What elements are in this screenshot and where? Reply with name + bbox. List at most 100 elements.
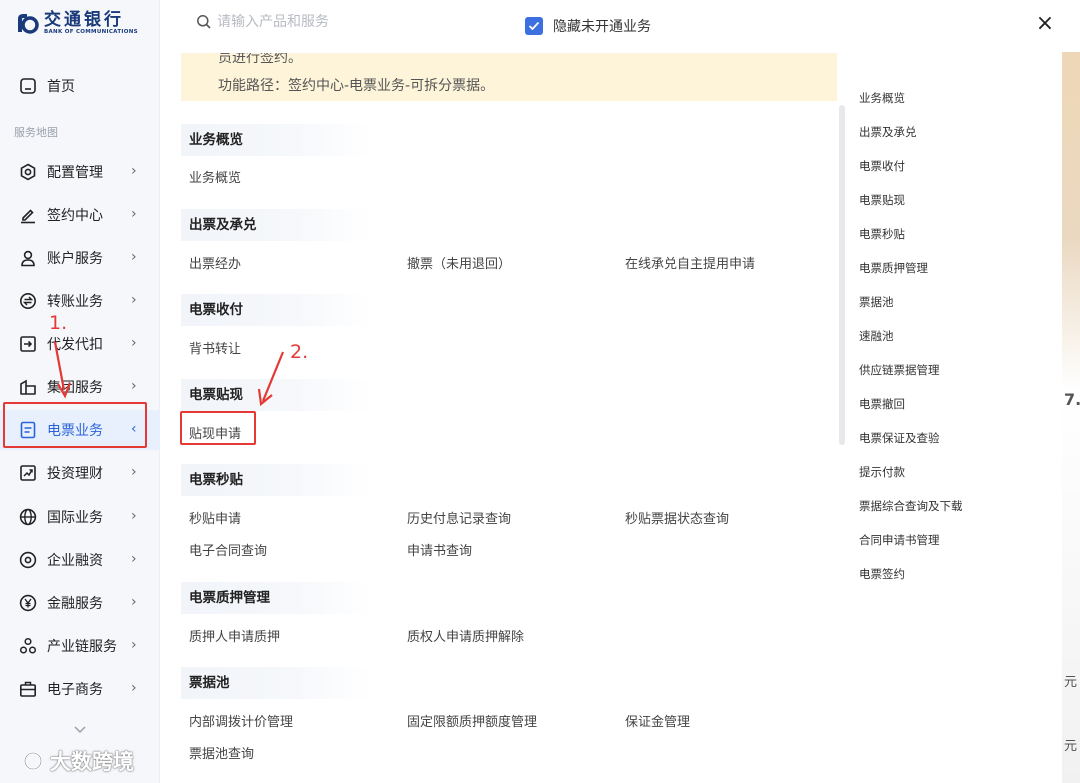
sidebar-item-label: 转账业务 xyxy=(47,294,103,310)
search-box[interactable] xyxy=(196,14,497,30)
annotation-step-1: 1. xyxy=(49,312,68,334)
index-item[interactable]: 电票质押管理 xyxy=(859,260,928,276)
nodes-icon xyxy=(18,636,38,656)
pen-icon xyxy=(18,205,38,225)
index-item[interactable]: 电票秒贴 xyxy=(859,226,905,242)
service-link[interactable]: 内部调拨计价管理 xyxy=(189,711,293,730)
service-link[interactable]: 背书转让 xyxy=(189,338,241,357)
service-link[interactable]: 秒贴申请 xyxy=(189,508,241,527)
sidebar-item-investment[interactable]: 投资理财 › xyxy=(0,453,160,493)
chart-up-icon xyxy=(18,463,38,483)
index-item[interactable]: 业务概览 xyxy=(859,90,905,106)
watermark-text: 大数跨境 xyxy=(50,750,134,774)
chevron-right-icon: › xyxy=(131,594,137,610)
sidebar-item-label: 企业融资 xyxy=(47,553,103,569)
sidebar-item-label: 投资理财 xyxy=(47,466,103,482)
notice-line: 功能路径：签约中心-电票业务-可拆分票据。 xyxy=(218,78,495,94)
annotation-box-ebill xyxy=(3,402,147,448)
section-header: 出票及承兑 xyxy=(181,209,371,241)
chevron-right-icon: › xyxy=(131,464,137,480)
sidebar-item-signing[interactable]: 签约中心 › xyxy=(0,195,160,235)
service-link[interactable]: 历史付息记录查询 xyxy=(407,508,511,527)
chevron-right-icon: › xyxy=(131,249,137,265)
annotation-box-discount xyxy=(180,411,256,445)
watermark: 大数跨境 xyxy=(22,746,134,776)
service-link[interactable]: 出票经办 xyxy=(189,253,241,272)
chevron-right-icon: › xyxy=(131,335,137,351)
close-icon[interactable]: × xyxy=(1034,13,1056,36)
service-link[interactable]: 撤票（未用退回） xyxy=(407,253,511,272)
sidebar-item-financing[interactable]: 企业融资 › xyxy=(0,540,160,580)
sidebar-item-group[interactable]: 集团服务 › xyxy=(0,367,160,407)
edge-text: 元 xyxy=(1064,675,1078,690)
checkbox-checked-icon[interactable] xyxy=(525,17,543,35)
edge-text: 元 xyxy=(1064,739,1078,754)
service-link[interactable]: 票据池查询 xyxy=(189,743,254,762)
index-item[interactable]: 票据综合查询及下载 xyxy=(859,498,963,514)
sidebar-item-label: 国际业务 xyxy=(47,510,103,526)
section-label: 服务地图 xyxy=(14,126,58,139)
service-link[interactable]: 固定限额质押额度管理 xyxy=(407,711,537,730)
index-item[interactable]: 提示付款 xyxy=(859,464,905,480)
briefcase-icon xyxy=(18,679,38,699)
section-header: 电票质押管理 xyxy=(181,582,371,614)
index-item[interactable]: 出票及承兑 xyxy=(859,124,917,140)
edge-text: 7. xyxy=(1064,390,1080,409)
chevron-right-icon: › xyxy=(131,637,137,653)
sidebar-item-supply-chain[interactable]: 产业链服务 › xyxy=(0,626,160,666)
sidebar-item-label: 首页 xyxy=(47,79,75,95)
service-link[interactable]: 申请书查询 xyxy=(407,540,472,559)
sidebar-item-payroll[interactable]: 代发代扣 › xyxy=(0,324,160,364)
index-item[interactable]: 电票收付 xyxy=(859,158,905,174)
service-link[interactable]: 在线承兑自主提用申请 xyxy=(625,253,755,272)
sidebar-item-label: 配置管理 xyxy=(47,165,103,181)
search-input[interactable] xyxy=(217,14,497,30)
sidebar-item-international[interactable]: 国际业务 › xyxy=(0,497,160,537)
sidebar-item-finance-service[interactable]: 金融服务 › xyxy=(0,583,160,623)
annotation-step-2: 2. xyxy=(290,341,309,363)
sidebar-item-config[interactable]: 配置管理 › xyxy=(0,152,160,192)
chevron-right-icon: › xyxy=(131,206,137,222)
service-link[interactable]: 业务概览 xyxy=(189,167,241,186)
service-link[interactable]: 质押人申请质押 xyxy=(189,626,280,645)
notice-banner: 员进行签约。 功能路径：签约中心-电票业务-可拆分票据。 xyxy=(181,53,837,101)
sidebar-item-ecommerce[interactable]: 电子商务 › xyxy=(0,669,160,709)
target-icon xyxy=(18,550,38,570)
building-icon xyxy=(18,377,38,397)
sidebar-item-label: 电子商务 xyxy=(47,682,103,698)
yen-icon xyxy=(18,593,38,613)
sidebar-item-account[interactable]: 账户服务 › xyxy=(0,238,160,278)
scrollbar[interactable] xyxy=(839,105,845,445)
service-link[interactable]: 质权人申请质押解除 xyxy=(407,626,524,645)
section-header: 业务概览 xyxy=(181,124,371,156)
service-link[interactable]: 保证金管理 xyxy=(625,711,690,730)
index-item[interactable]: 票据池 xyxy=(859,294,894,310)
hide-unopened-toggle[interactable]: 隐藏未开通业务 xyxy=(525,16,651,36)
export-icon xyxy=(18,334,38,354)
index-item[interactable]: 合同申请书管理 xyxy=(859,532,940,548)
index-item[interactable]: 供应链票据管理 xyxy=(859,362,940,378)
bank-name-cn: 交通银行 xyxy=(44,10,124,30)
index-item[interactable]: 电票贴现 xyxy=(859,192,905,208)
service-link[interactable]: 电子合同查询 xyxy=(189,540,267,559)
sidebar-item-label: 产业链服务 xyxy=(47,639,117,655)
chevron-down-icon[interactable] xyxy=(73,724,87,738)
bank-logo[interactable]: 交通银行 BANK OF COMMUNICATIONS xyxy=(14,10,138,36)
watermark-icon xyxy=(23,751,43,771)
sidebar-item-home[interactable]: 首页 xyxy=(0,66,160,106)
sidebar-item-label: 集团服务 xyxy=(47,380,103,396)
index-item[interactable]: 电票保证及查验 xyxy=(859,430,940,446)
index-item[interactable]: 电票签约 xyxy=(859,566,905,582)
search-icon xyxy=(196,14,212,30)
chevron-right-icon: › xyxy=(131,378,137,394)
home-icon xyxy=(18,76,38,96)
sidebar-item-transfer[interactable]: 转账业务 › xyxy=(0,281,160,321)
transfer-icon xyxy=(18,291,38,311)
section-header: 电票贴现 xyxy=(181,379,371,411)
annotation-arrows xyxy=(53,341,285,407)
service-link[interactable]: 秒贴票据状态查询 xyxy=(625,508,729,527)
index-item[interactable]: 速融池 xyxy=(859,328,894,344)
index-item[interactable]: 电票撤回 xyxy=(859,396,905,412)
gear-icon xyxy=(18,162,38,182)
sidebar: 交通银行 BANK OF COMMUNICATIONS 首页 服务地图 配置管理… xyxy=(0,0,160,783)
